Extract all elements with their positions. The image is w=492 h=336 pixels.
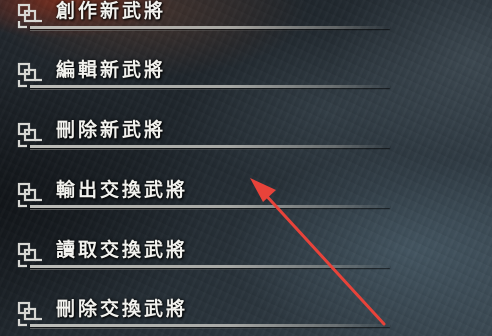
red-arrow-icon — [250, 178, 386, 326]
game-menu-screen: 創作新武將 編輯新武將 刪除新武將 輸出交換武將 讀取交換武將 刪除交換武將 — [0, 0, 492, 336]
